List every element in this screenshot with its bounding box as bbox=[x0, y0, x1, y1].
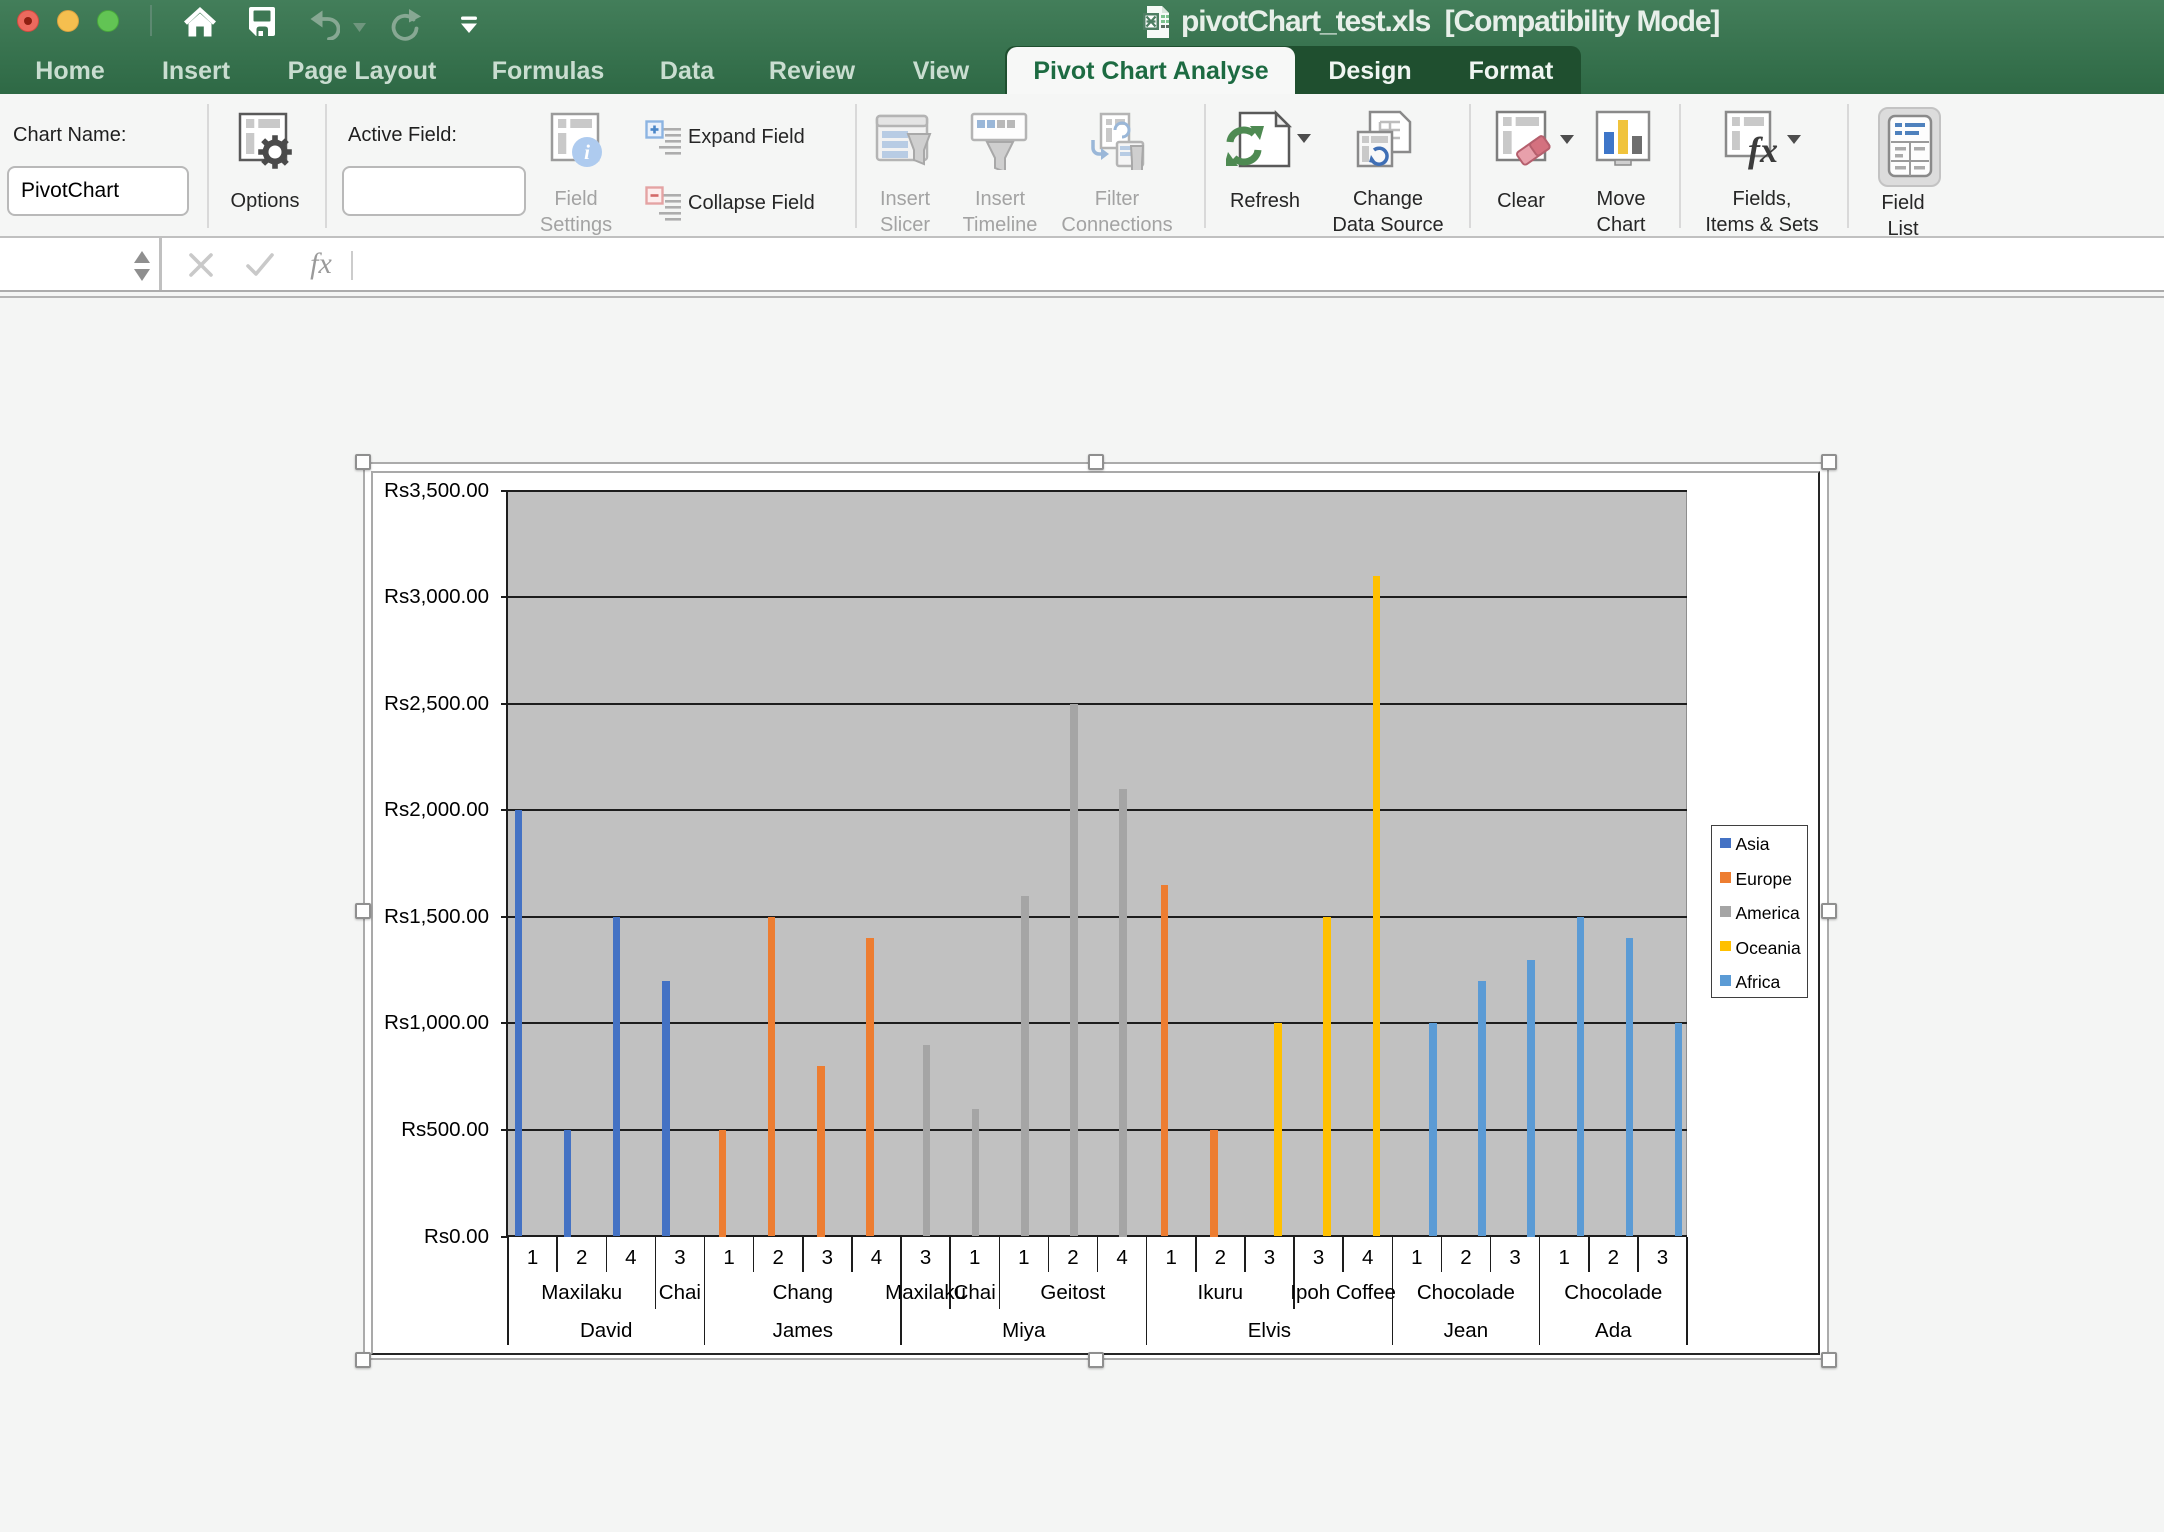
svg-text:i: i bbox=[584, 140, 590, 164]
svg-text:fx: fx bbox=[1748, 130, 1778, 170]
